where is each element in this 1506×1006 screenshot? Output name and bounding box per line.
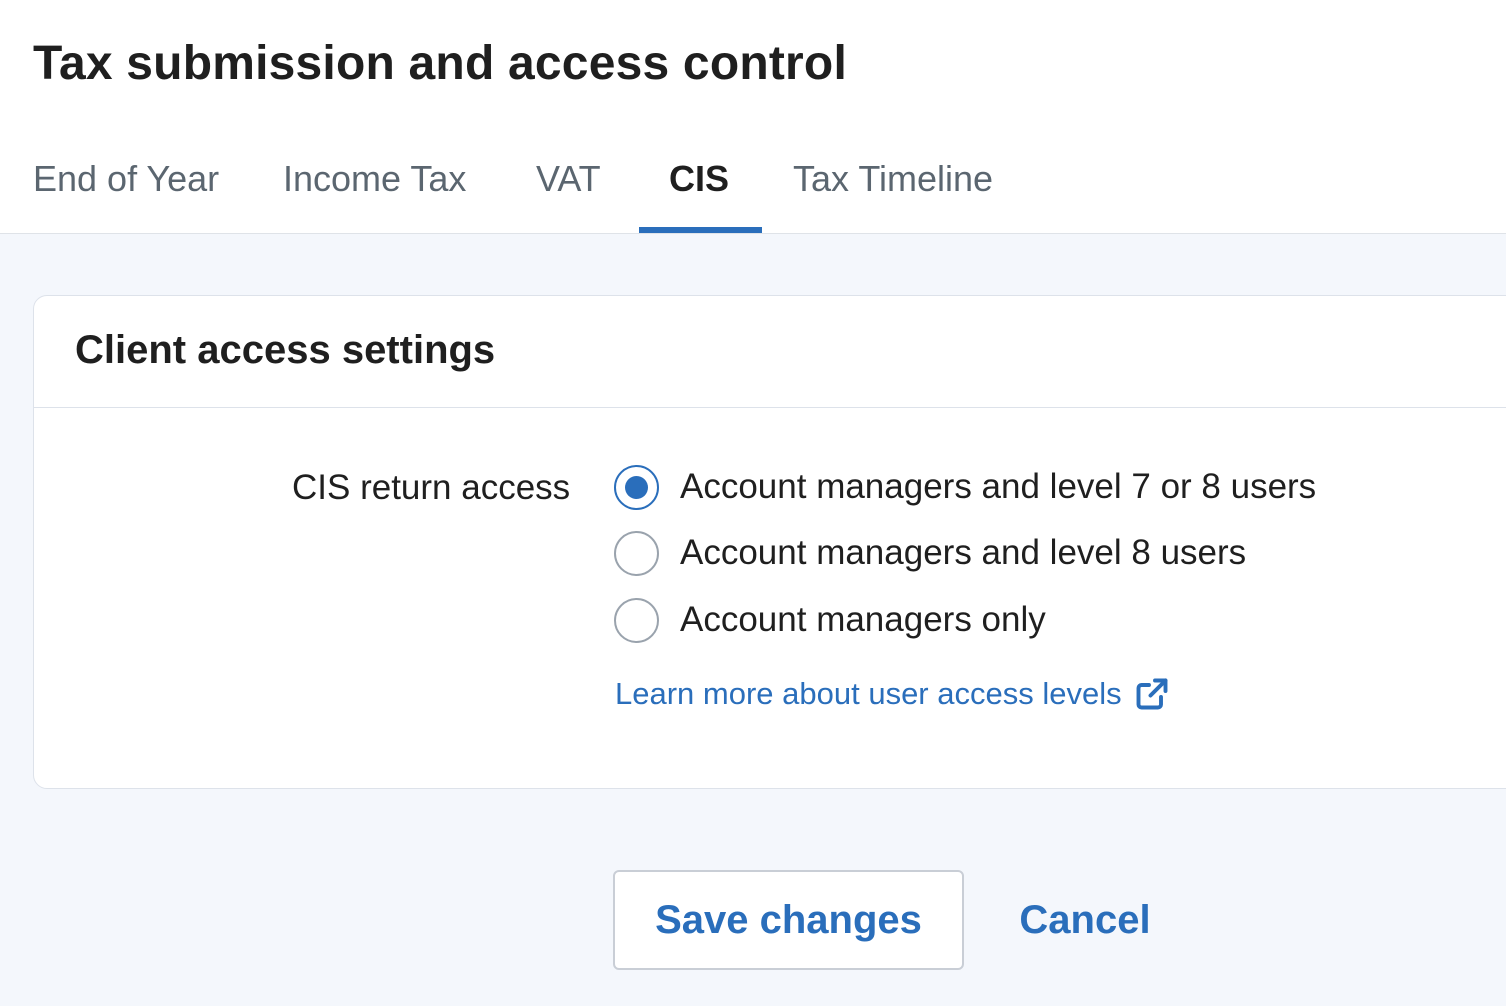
radio-label: Account managers only xyxy=(680,600,1046,639)
cancel-button[interactable]: Cancel xyxy=(1000,870,1170,970)
external-link-icon xyxy=(1136,678,1168,710)
save-changes-button[interactable]: Save changes xyxy=(613,870,964,970)
page-title: Tax submission and access control xyxy=(33,37,847,90)
radio-option-level-8[interactable]: Account managers and level 8 users xyxy=(614,529,1246,577)
radio-button[interactable] xyxy=(614,530,659,576)
cis-return-access-label: CIS return access xyxy=(292,468,571,507)
page-header: Tax submission and access control End of… xyxy=(0,0,1506,234)
tab-cis[interactable]: CIS xyxy=(669,150,729,234)
card-header: Client access settings xyxy=(34,296,1506,408)
radio-option-managers-only[interactable]: Account managers only xyxy=(614,596,1046,644)
radio-label: Account managers and level 7 or 8 users xyxy=(680,467,1317,506)
radio-button-checked[interactable] xyxy=(614,464,659,510)
radio-button[interactable] xyxy=(614,597,659,643)
tab-end-of-year[interactable]: End of Year xyxy=(33,150,219,234)
radio-label: Account managers and level 8 users xyxy=(680,533,1247,572)
active-tab-indicator xyxy=(639,227,762,233)
tab-tax-timeline[interactable]: Tax Timeline xyxy=(793,150,993,234)
radio-option-level-7-or-8[interactable]: Account managers and level 7 or 8 users xyxy=(614,463,1316,511)
learn-more-link-label: Learn more about user access levels xyxy=(615,676,1122,711)
tab-vat[interactable]: VAT xyxy=(536,150,601,234)
tab-income-tax[interactable]: Income Tax xyxy=(283,150,466,234)
learn-more-link[interactable]: Learn more about user access levels xyxy=(615,672,1170,716)
card-title: Client access settings xyxy=(75,328,496,372)
